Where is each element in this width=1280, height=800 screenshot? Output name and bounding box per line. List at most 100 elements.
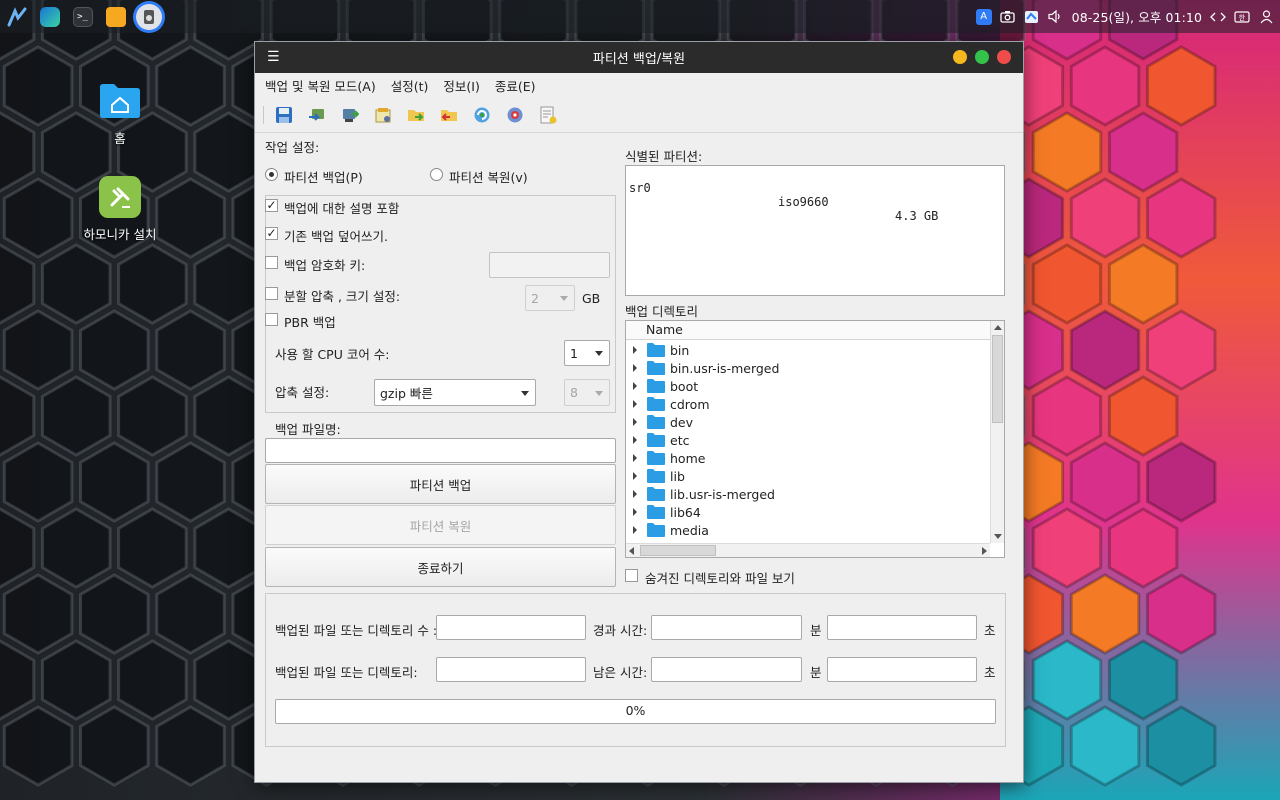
overwrite-checkbox[interactable]: ✓	[265, 227, 278, 240]
files-count-field[interactable]	[436, 615, 586, 640]
radio-backup-label[interactable]: 파티션 백업(P)	[284, 167, 363, 186]
tree-item-lib-usr-is-merged[interactable]: lib.usr-is-merged	[626, 485, 775, 503]
restore-mode-button[interactable]	[339, 104, 361, 126]
scroll-down-icon[interactable]	[994, 534, 1002, 539]
remaining-sec-field[interactable]	[827, 657, 977, 682]
partition-list[interactable]: sr0 iso9660 4.3 GB	[625, 165, 1005, 296]
tree-item-cdrom[interactable]: cdrom	[626, 395, 710, 413]
files-launcher[interactable]	[99, 0, 132, 33]
volume-icon[interactable]	[1048, 9, 1064, 25]
radio-backup[interactable]	[265, 168, 278, 181]
network-icon[interactable]	[1210, 9, 1226, 25]
save-button[interactable]	[273, 104, 295, 126]
expand-arrow-icon[interactable]	[633, 364, 637, 372]
close-button[interactable]	[997, 50, 1011, 64]
export-button[interactable]	[537, 104, 559, 126]
encryption-label[interactable]: 백업 암호화 키:	[284, 255, 365, 274]
screenshot-icon[interactable]	[1000, 9, 1016, 25]
delete-folder-button[interactable]	[438, 104, 460, 126]
tree-item-home[interactable]: home	[626, 449, 705, 467]
expand-arrow-icon[interactable]	[633, 382, 637, 390]
hamburger-menu-icon[interactable]: ☰	[267, 49, 280, 65]
expand-arrow-icon[interactable]	[633, 436, 637, 444]
menu-info[interactable]: 정보(I)	[443, 76, 479, 95]
expand-arrow-icon[interactable]	[633, 508, 637, 516]
include-description-checkbox[interactable]: ✓	[265, 199, 278, 212]
menu-backup-restore-mode[interactable]: 백업 및 복원 모드(A)	[265, 76, 376, 95]
terminal-launcher[interactable]: >_	[66, 0, 99, 33]
horizontal-scroll-thumb[interactable]	[640, 545, 716, 556]
tree-item-dev[interactable]: dev	[626, 413, 693, 431]
clock[interactable]: 08-25(일), 오후 01:10	[1072, 7, 1202, 26]
expand-arrow-icon[interactable]	[633, 400, 637, 408]
elapsed-min-field[interactable]	[651, 615, 802, 640]
settings-button[interactable]	[372, 104, 394, 126]
cpu-cores-select[interactable]: 1	[564, 340, 610, 366]
compression-level-select[interactable]: 8	[564, 379, 610, 406]
radio-restore[interactable]	[430, 168, 443, 181]
overwrite-label[interactable]: 기존 백업 덮어쓰기.	[284, 226, 388, 245]
expand-arrow-icon[interactable]	[633, 490, 637, 498]
radio-restore-label[interactable]: 파티션 복원(v)	[449, 167, 528, 186]
expand-arrow-icon[interactable]	[633, 346, 637, 354]
notes-icon[interactable]	[1024, 9, 1040, 25]
include-description-label[interactable]: 백업에 대한 설명 포함	[284, 198, 399, 217]
scroll-up-icon[interactable]	[994, 325, 1002, 330]
maximize-button[interactable]	[975, 50, 989, 64]
expand-arrow-icon[interactable]	[633, 418, 637, 426]
expand-arrow-icon[interactable]	[633, 454, 637, 462]
installer-icon	[99, 176, 141, 218]
open-folder-button[interactable]	[405, 104, 427, 126]
restore-partition-button[interactable]: 파티션 복원	[265, 505, 616, 545]
user-icon[interactable]	[1258, 9, 1274, 25]
tree-item-etc[interactable]: etc	[626, 431, 689, 449]
encryption-checkbox[interactable]	[265, 256, 278, 269]
refresh-button[interactable]	[471, 104, 493, 126]
encryption-key-field[interactable]	[489, 252, 610, 278]
split-checkbox[interactable]	[265, 287, 278, 300]
scroll-left-icon[interactable]	[629, 547, 634, 555]
desktop-icon-installer[interactable]: 하모니카 설치	[70, 176, 170, 243]
pbr-checkbox[interactable]	[265, 313, 278, 326]
exit-button[interactable]: 종료하기	[265, 547, 616, 587]
show-hidden-label[interactable]: 숨겨진 디렉토리와 파일 보기	[645, 568, 795, 587]
backup-directory-tree[interactable]: Name bin bin.usr-is-merged boot cdrom dev etc…	[625, 320, 1005, 558]
menu-settings[interactable]: 설정(t)	[391, 76, 429, 95]
expand-arrow-icon[interactable]	[633, 472, 637, 480]
backup-filename-input[interactable]	[265, 438, 616, 463]
help-button[interactable]	[504, 104, 526, 126]
tree-item-media[interactable]: media	[626, 521, 709, 539]
desktop-icon-home[interactable]: 홈	[70, 78, 170, 147]
remaining-min-field[interactable]	[651, 657, 802, 682]
menu-exit[interactable]: 종료(E)	[495, 76, 536, 95]
minimize-button[interactable]	[953, 50, 967, 64]
keyboard-layout-icon[interactable]: 한	[1234, 9, 1250, 25]
backup-mode-button[interactable]	[306, 104, 328, 126]
export-icon	[540, 106, 557, 123]
tree-item-bin-usr-is-merged[interactable]: bin.usr-is-merged	[626, 359, 779, 377]
tree-column-header[interactable]: Name	[626, 321, 990, 340]
scroll-right-icon[interactable]	[982, 547, 987, 555]
window-titlebar[interactable]: ☰ 파티션 백업/복원	[255, 42, 1023, 73]
tree-item-bin[interactable]: bin	[626, 341, 689, 359]
tree-item-lib64[interactable]: lib64	[626, 503, 701, 521]
tree-item-lib[interactable]: lib	[626, 467, 685, 485]
expand-arrow-icon[interactable]	[633, 526, 637, 534]
backup-partition-button[interactable]: 파티션 백업	[265, 464, 616, 504]
vertical-scrollbar[interactable]	[990, 321, 1004, 543]
split-size-select[interactable]: 2	[525, 285, 575, 311]
compression-select[interactable]: gzip 빠른	[374, 379, 536, 406]
browser-launcher[interactable]	[33, 0, 66, 33]
elapsed-sec-field[interactable]	[827, 615, 977, 640]
hamonikr-launcher[interactable]	[0, 0, 33, 33]
partition-row[interactable]: sr0 iso9660 4.3 GB	[629, 167, 938, 237]
vertical-scroll-thumb[interactable]	[992, 335, 1003, 423]
split-label[interactable]: 분할 압축 , 크기 설정:	[284, 286, 400, 305]
tree-item-boot[interactable]: boot	[626, 377, 698, 395]
files-field[interactable]	[436, 657, 586, 682]
pbr-label[interactable]: PBR 백업	[284, 312, 336, 331]
show-hidden-checkbox[interactable]	[625, 569, 638, 582]
partition-backup-launcher[interactable]	[132, 0, 165, 33]
language-indicator-icon[interactable]: A	[975, 8, 992, 25]
horizontal-scrollbar[interactable]	[626, 543, 990, 557]
